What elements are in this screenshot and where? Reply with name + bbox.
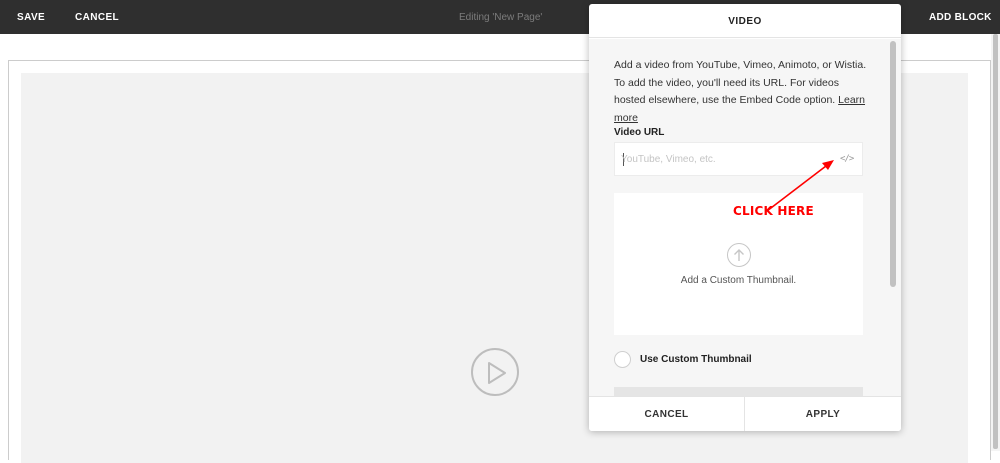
video-dialog: VIDEO Add a video from YouTube, Vimeo, A… <box>589 4 901 431</box>
dialog-cancel-button[interactable]: CANCEL <box>589 397 745 431</box>
editing-title: Editing 'New Page' <box>459 12 543 23</box>
page-scrollbar[interactable] <box>991 34 1000 451</box>
dialog-body: Add a video from YouTube, Vimeo, Animoto… <box>589 39 901 396</box>
page-scrollbar-thumb[interactable] <box>993 34 998 449</box>
click-here-annotation: CLICK HERE <box>733 204 814 218</box>
dialog-title: VIDEO <box>728 16 762 27</box>
add-block-button[interactable]: ADD BLOCK <box>929 12 992 23</box>
dialog-apply-button[interactable]: APPLY <box>745 397 901 431</box>
play-circle-icon <box>471 348 519 396</box>
dialog-footer: CANCEL APPLY <box>589 396 901 431</box>
save-button[interactable]: SAVE <box>17 12 45 23</box>
dialog-scrollbar-thumb[interactable] <box>890 41 896 287</box>
dialog-scrollbar[interactable] <box>888 41 897 395</box>
dialog-header: VIDEO <box>589 4 901 38</box>
cancel-button[interactable]: CANCEL <box>75 12 119 23</box>
